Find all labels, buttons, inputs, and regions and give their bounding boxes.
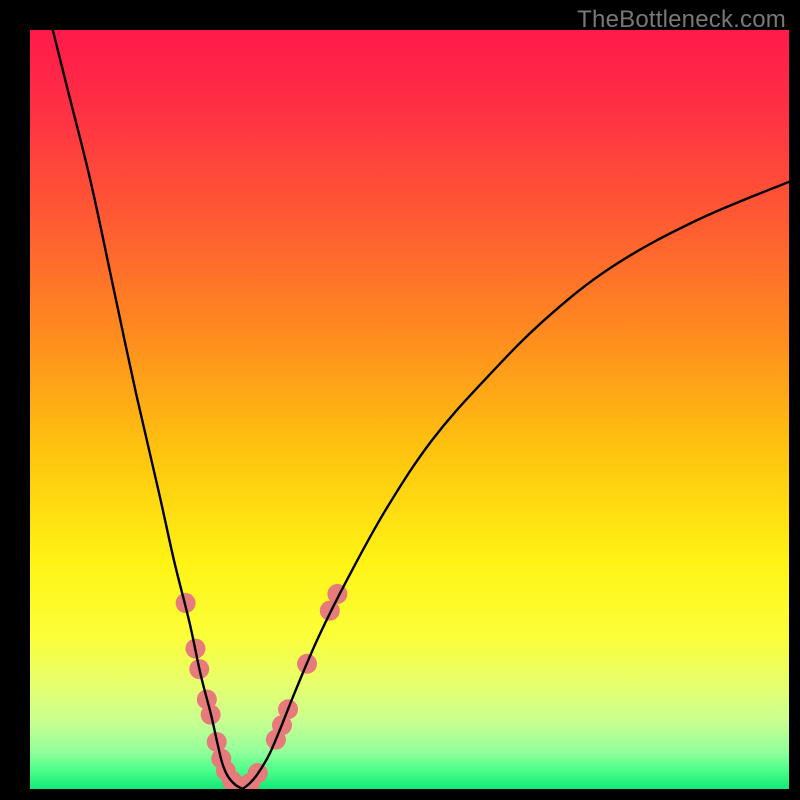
watermark-label: TheBottleneck.com <box>577 6 786 34</box>
right-curve <box>243 182 789 789</box>
valley-markers <box>176 584 348 789</box>
left-curve <box>53 30 243 789</box>
chart-svg <box>30 30 789 789</box>
plot-area <box>30 30 789 789</box>
chart-frame: TheBottleneck.com <box>0 0 800 800</box>
